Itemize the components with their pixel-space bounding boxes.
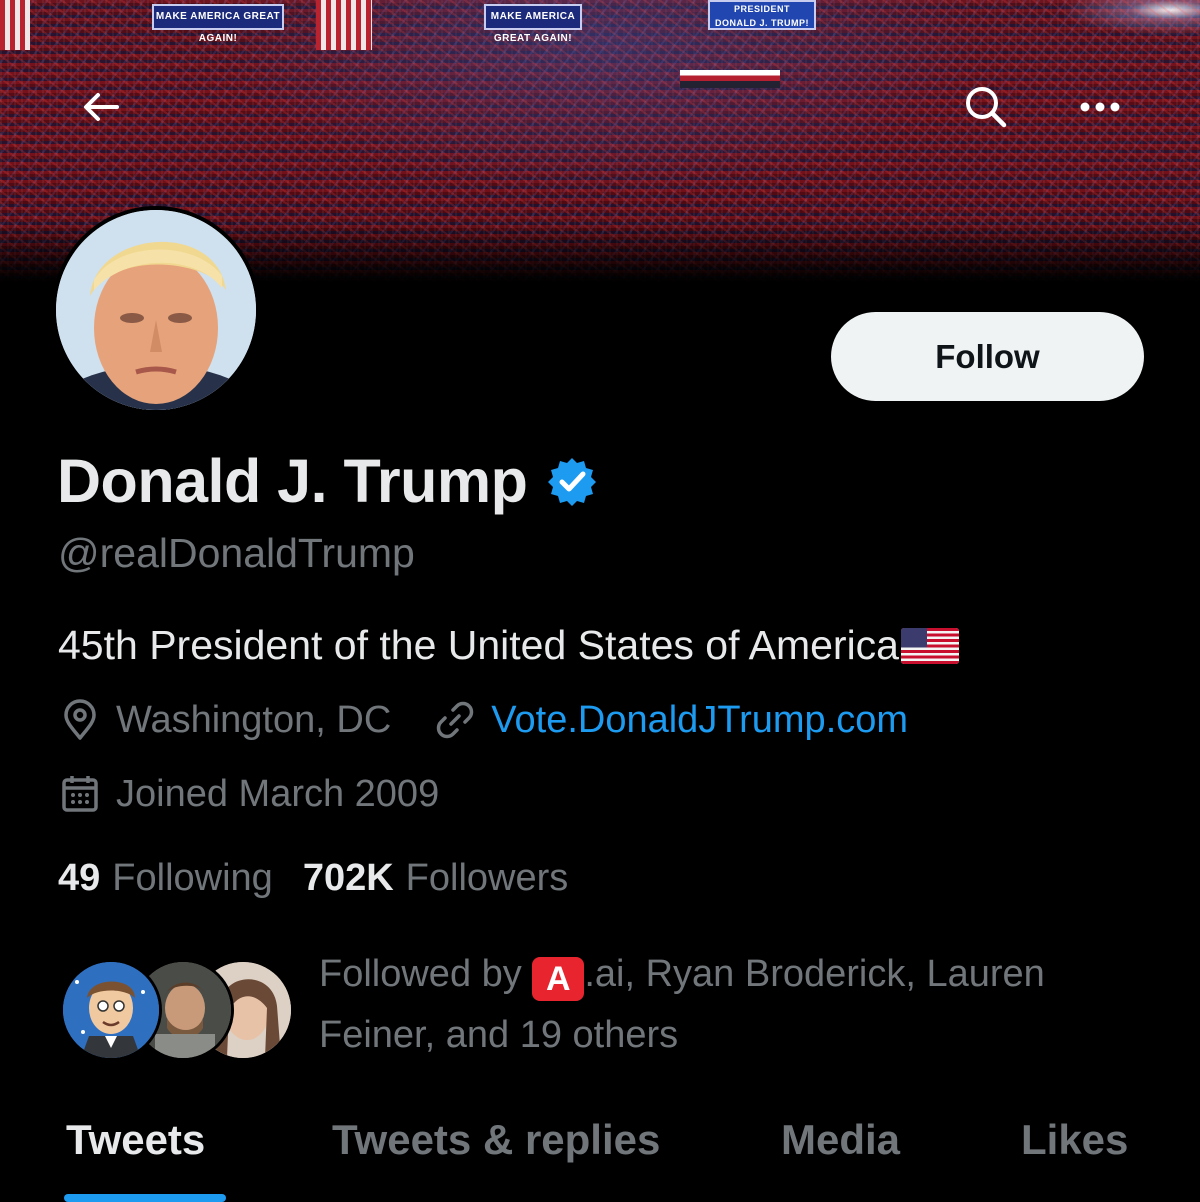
- profile-website-link[interactable]: Vote.DonaldJTrump.com: [491, 699, 908, 742]
- followed-by-text[interactable]: Followed by A .ai, Ryan Broderick, Lauren…: [319, 944, 1139, 1066]
- followed-by-avatars[interactable]: [60, 959, 294, 1061]
- followers-count: 702K: [302, 857, 394, 899]
- tab-tweets[interactable]: Tweets: [66, 1116, 205, 1164]
- back-button[interactable]: [71, 77, 131, 137]
- arrow-left-icon: [84, 93, 119, 121]
- banner-sign-line: DONALD J. TRUMP!: [715, 18, 809, 28]
- bio-text: 45th President of the United States of A…: [58, 622, 899, 668]
- profile-handle: @realDonaldTrump: [58, 530, 415, 576]
- banner-sign: MAKE AMERICA GREAT AGAIN!: [152, 4, 284, 44]
- profile-location: Washington, DC: [116, 698, 392, 741]
- profile-joined-date: Joined March 2009: [116, 772, 440, 815]
- more-button[interactable]: [1070, 77, 1130, 137]
- banner-sign-president: PRESIDENT DONALD J. TRUMP!: [708, 0, 816, 30]
- tab-tweets-and-replies[interactable]: Tweets & replies: [332, 1116, 660, 1164]
- active-tab-indicator: [64, 1194, 226, 1202]
- followers-stat[interactable]: 702K Followers: [303, 857, 568, 900]
- a-button-emoji: A: [532, 957, 585, 1001]
- tab-media[interactable]: Media: [781, 1116, 900, 1164]
- profile-avatar[interactable]: [52, 206, 260, 414]
- profile-name-row: Donald J. Trump: [57, 446, 597, 516]
- tab-likes[interactable]: Likes: [1021, 1116, 1128, 1164]
- us-flag-emoji: [900, 627, 959, 664]
- follower-avatar: [60, 959, 162, 1061]
- link-icon: [437, 701, 474, 739]
- banner-stage: [680, 70, 780, 88]
- following-count: 49: [58, 857, 101, 899]
- follower-avatar-image: [63, 962, 159, 1058]
- banner-sign: MAKE AMERICA GREAT AGAIN!: [484, 4, 582, 44]
- more-horizontal-icon: [1080, 102, 1120, 112]
- follow-button[interactable]: Follow: [831, 312, 1144, 401]
- display-name: Donald J. Trump: [57, 447, 528, 515]
- calendar-icon: [62, 776, 98, 812]
- following-stat[interactable]: 49 Following: [58, 857, 273, 900]
- following-label: Following: [112, 857, 273, 899]
- profile-meta-row: Washington, DC Vote.DonaldJTrump.com: [58, 698, 908, 742]
- profile-joined-row: Joined March 2009: [58, 772, 439, 816]
- search-icon: [966, 87, 1007, 128]
- avatar-photo: [56, 210, 256, 410]
- banner-sign-line: PRESIDENT: [733, 4, 790, 14]
- followed-by-prefix: Followed by: [319, 953, 533, 995]
- followers-label: Followers: [405, 857, 569, 899]
- location-pin-icon: [64, 699, 96, 740]
- profile-tabs: Tweets Tweets & replies Media Likes: [0, 1110, 1200, 1202]
- profile-bio: 45th President of the United States of A…: [58, 622, 959, 669]
- banner-flag: [316, 0, 372, 50]
- profile-stats: 49 Following 702K Followers: [58, 857, 568, 900]
- avatar-portrait-icon: [56, 210, 256, 410]
- search-button[interactable]: [956, 77, 1016, 137]
- banner-flag: [0, 0, 30, 50]
- verified-badge-icon[interactable]: [547, 456, 597, 506]
